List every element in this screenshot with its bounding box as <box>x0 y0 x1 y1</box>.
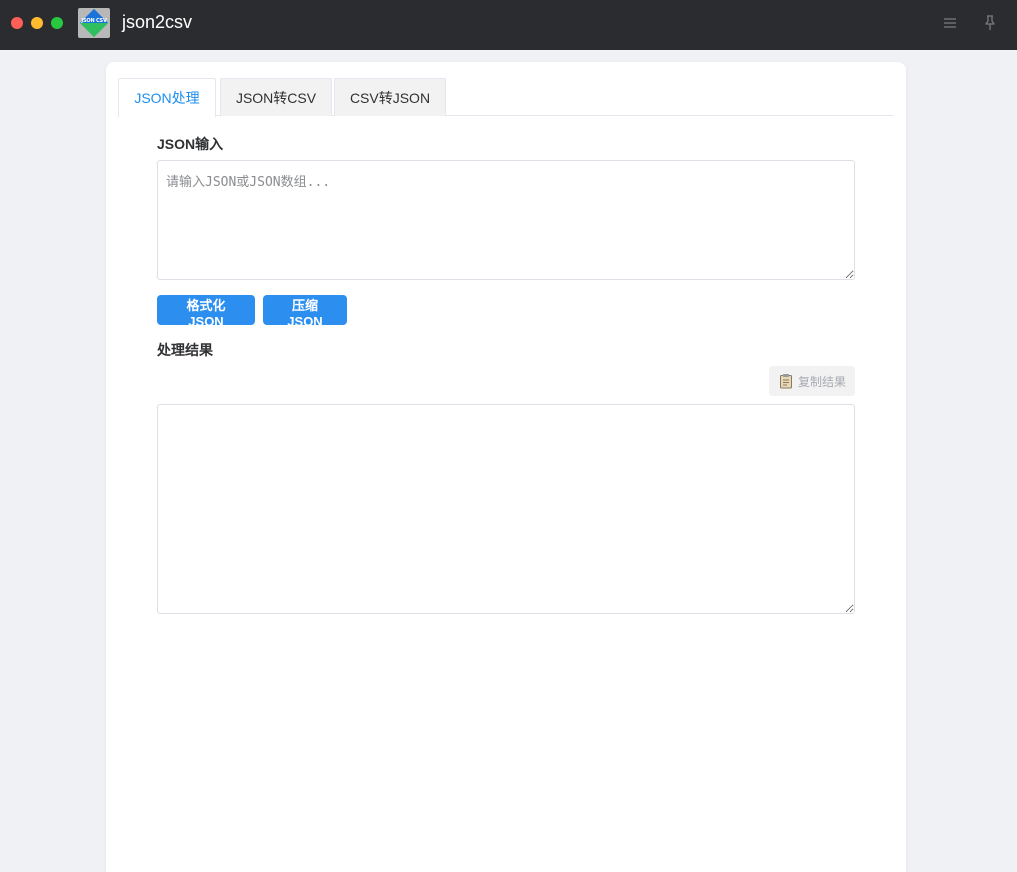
result-output-field[interactable] <box>157 404 855 614</box>
close-window-button[interactable] <box>11 17 23 29</box>
tab-json-to-csv[interactable]: JSON转CSV <box>220 78 332 116</box>
copy-result-label: 复制结果 <box>797 374 846 389</box>
compress-json-button[interactable]: 压缩JSON <box>263 295 347 329</box>
menu-icon[interactable] <box>942 14 958 32</box>
json-input-field[interactable] <box>157 160 855 280</box>
title-bar: JSON CSV json2csv <box>0 0 1017 50</box>
main-card: JSON处理 JSON转CSV CSV转JSON JSON输入 格式化JSON … <box>106 62 906 872</box>
tab-json-process[interactable]: JSON处理 <box>118 78 216 117</box>
json-input-label: JSON输入 <box>157 136 224 152</box>
app-title: json2csv <box>122 12 193 32</box>
pin-icon[interactable] <box>982 14 998 32</box>
app-logo-icon: JSON CSV <box>78 8 110 38</box>
minimize-window-button[interactable] <box>31 17 43 29</box>
format-json-button[interactable]: 格式化JSON <box>157 295 255 329</box>
tab-csv-to-json[interactable]: CSV转JSON <box>334 78 446 116</box>
tab-bar: JSON处理 JSON转CSV CSV转JSON <box>118 78 894 117</box>
result-label: 处理结果 <box>157 342 213 358</box>
copy-result-button[interactable]: 复制结果 <box>769 366 855 396</box>
maximize-window-button[interactable] <box>51 17 63 29</box>
clipboard-icon <box>778 373 794 389</box>
